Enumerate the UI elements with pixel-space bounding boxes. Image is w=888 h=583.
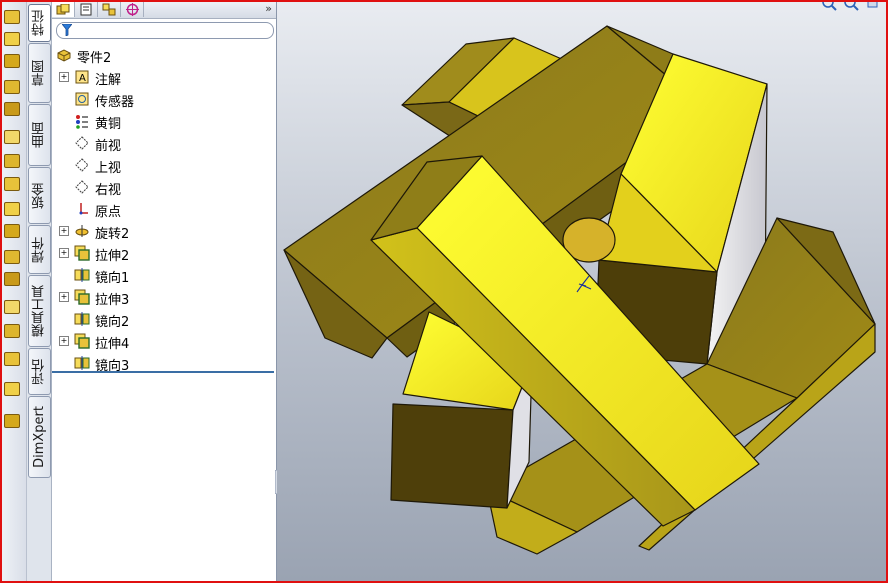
origin-icon xyxy=(79,203,88,215)
tree-item-label: 镜向2 xyxy=(95,315,130,330)
tab-label: 评估 xyxy=(32,358,47,385)
tab-label: 草图 xyxy=(32,60,47,86)
pattern-icon[interactable] xyxy=(4,272,20,286)
tree-item[interactable]: 传感器 xyxy=(52,88,276,110)
expand-toggle[interactable]: + xyxy=(59,248,69,258)
tab-label: 曲面 xyxy=(32,122,47,148)
tree-item[interactable]: 黄铜 xyxy=(52,110,276,132)
mirror-feature-icon xyxy=(74,268,90,282)
plane-icon xyxy=(75,180,89,194)
curve-icon[interactable] xyxy=(4,382,20,396)
reference-icon[interactable] xyxy=(4,352,20,366)
extrude-feature-icon xyxy=(74,289,90,305)
tab-dimxpert[interactable]: DimXpert xyxy=(28,396,51,478)
panel-expand-button[interactable]: » xyxy=(265,2,272,15)
sweep-icon[interactable] xyxy=(4,54,20,68)
tree-item[interactable]: + 拉伸2 xyxy=(52,242,276,264)
feature-manager-panel: » 零件2 + A 注解传感器黄铜前视上视右视原点 + 旋转2 + 拉伸2 镜向1 + 拉伸3 镜向… xyxy=(52,2,277,581)
extrude-icon[interactable] xyxy=(4,10,20,24)
part-icon xyxy=(57,49,71,62)
filter-icon xyxy=(62,24,72,36)
rib-icon[interactable] xyxy=(4,154,20,168)
mirror-feature-icon xyxy=(74,356,90,370)
mirror-feature-icon xyxy=(74,312,90,326)
material-icon xyxy=(76,115,88,129)
plane-icon xyxy=(75,136,89,150)
tab-label: 焊件 xyxy=(32,236,47,263)
tab-evaluate[interactable]: 评估 xyxy=(28,348,51,395)
tree-filter-input[interactable] xyxy=(56,22,274,39)
tree-item[interactable]: 镜向2 xyxy=(52,308,276,330)
draft-icon[interactable] xyxy=(4,177,20,191)
tree-item[interactable]: 前视 xyxy=(52,132,276,154)
tree-item-label: 拉伸3 xyxy=(95,293,130,308)
featuremanager-tab-icon[interactable] xyxy=(52,2,75,17)
tree-item-label: 旋转2 xyxy=(95,227,130,242)
instant3d-icon[interactable] xyxy=(4,414,20,428)
feature-tree: 零件2 + A 注解 传感器 黄铜 前视 上视 右视 原点 + 旋转2 + 拉伸2 镜向1 + 拉伸3 镜向2 +… xyxy=(52,44,276,374)
plane-icon xyxy=(75,158,89,172)
annotations-icon: A xyxy=(75,70,89,84)
tab-weldments[interactable]: 焊件 xyxy=(28,225,51,274)
tab-surfaces[interactable]: 曲面 xyxy=(28,104,51,166)
tree-item[interactable]: + A 注解 xyxy=(52,66,276,88)
tree-item[interactable]: 上视 xyxy=(52,154,276,176)
tree-item[interactable]: 镜向1 xyxy=(52,264,276,286)
tab-features[interactable]: 特征 xyxy=(28,4,51,42)
tab-mold-tools[interactable]: 模具工具 xyxy=(28,275,51,347)
loft-icon[interactable] xyxy=(4,80,20,94)
wrap-icon[interactable] xyxy=(4,224,20,238)
expand-toggle[interactable]: + xyxy=(59,336,69,346)
extrude-feature-icon xyxy=(74,333,90,349)
command-strip xyxy=(2,2,27,581)
tree-item[interactable]: + 旋转2 xyxy=(52,220,276,242)
solidworks-window: 特征 草图 曲面 钣金 焊件 模具工具 评估 DimXpert » 零件2 + … xyxy=(0,0,888,583)
extrude-feature-icon xyxy=(74,245,90,261)
tab-label: 钣金 xyxy=(32,182,47,209)
revolve-icon[interactable] xyxy=(4,32,20,46)
propertymanager-tab-icon[interactable] xyxy=(75,2,98,17)
expand-toggle[interactable]: + xyxy=(59,292,69,302)
tab-sheet-metal[interactable]: 钣金 xyxy=(28,167,51,224)
tree-item[interactable]: + 拉伸3 xyxy=(52,286,276,308)
tab-label: 模具工具 xyxy=(32,285,47,337)
revolve-feature-icon xyxy=(75,225,89,237)
tree-item-label: 拉伸2 xyxy=(95,249,130,264)
hole-icon[interactable] xyxy=(4,324,20,338)
tree-item-label: 右视 xyxy=(95,183,122,198)
tree-item-label: 拉伸4 xyxy=(95,337,130,352)
graphics-viewport[interactable] xyxy=(277,2,886,581)
fillet-icon[interactable] xyxy=(4,102,20,116)
expand-toggle[interactable]: + xyxy=(59,72,69,82)
shell-icon[interactable] xyxy=(4,202,20,216)
mirror-icon[interactable] xyxy=(4,300,20,314)
tree-item[interactable]: 原点 xyxy=(52,198,276,220)
svg-text:A: A xyxy=(79,73,86,84)
expand-toggle[interactable]: + xyxy=(59,226,69,236)
tab-label: 特征 xyxy=(32,10,47,36)
model-face xyxy=(390,403,514,509)
tree-root-part[interactable]: 零件2 xyxy=(52,44,276,66)
rollback-bar[interactable] xyxy=(52,371,274,373)
dimxpert-manager-tab-icon[interactable] xyxy=(121,2,144,17)
tree-item[interactable]: 右视 xyxy=(52,176,276,198)
tree-root-label: 零件2 xyxy=(77,51,112,66)
tree-item-label: 原点 xyxy=(95,205,122,220)
tree-item-label: 传感器 xyxy=(95,95,135,110)
tree-item-label: 前视 xyxy=(95,139,122,154)
panel-tab-bar: » xyxy=(52,2,276,19)
dome-icon[interactable] xyxy=(4,250,20,264)
command-manager-tabs: 特征 草图 曲面 钣金 焊件 模具工具 评估 DimXpert xyxy=(27,2,52,581)
part-model xyxy=(283,25,876,555)
tab-sketch[interactable]: 草图 xyxy=(28,43,51,103)
tree-item-label: 黄铜 xyxy=(95,117,122,132)
tree-item-label: 镜向1 xyxy=(95,271,130,286)
sensors-icon xyxy=(75,92,89,106)
tree-item-label: 注解 xyxy=(95,73,122,88)
chamfer-icon[interactable] xyxy=(4,130,20,144)
configurationmanager-tab-icon[interactable] xyxy=(98,2,121,17)
tab-label: DimXpert xyxy=(32,406,47,468)
tree-item[interactable]: + 拉伸4 xyxy=(52,330,276,352)
tree-item-label: 上视 xyxy=(95,161,122,176)
